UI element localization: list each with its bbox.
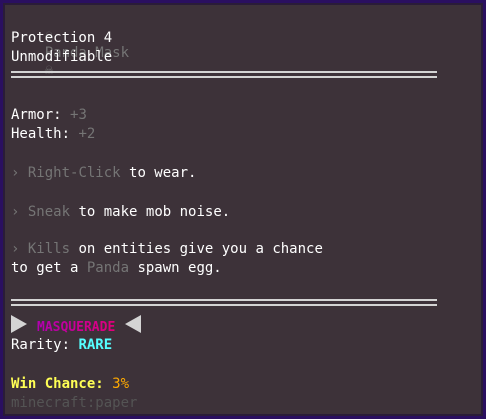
win-chance-value: 3%	[112, 376, 130, 392]
item-tooltip: ☠ Panda Mask ☠ Protection 4 Unmodifiable…	[0, 0, 486, 419]
win-chance-label: Win Chance:	[11, 376, 104, 392]
triangle-left-icon	[125, 315, 142, 333]
armor-label: Armor:	[11, 107, 62, 123]
enchant-line: Protection 4	[11, 30, 113, 46]
divider-top	[11, 71, 437, 78]
divider-bottom	[11, 299, 437, 306]
ability-text: spawn egg.	[129, 260, 222, 276]
ability-text: to wear.	[120, 165, 197, 181]
masquerade-label: MASQUERADE	[37, 320, 116, 335]
item-id: minecraft:paper	[11, 395, 138, 411]
rarity-line: Rarity: RARE	[11, 337, 112, 354]
health-value: +2	[78, 126, 96, 142]
health-label: Health:	[11, 126, 71, 142]
rarity-value: RARE	[78, 337, 113, 353]
bullet-icon: ›	[11, 241, 20, 257]
ability-sneak: › Sneak to make mob noise.	[11, 204, 230, 221]
win-chance-line: Win Chance: 3%	[11, 376, 129, 393]
armor-stat: Armor: +3	[11, 107, 87, 124]
ability-kills: › Kills on entities give you a chance	[11, 241, 323, 258]
ability-text: to get a	[11, 260, 87, 276]
rarity-label: Rarity:	[11, 337, 71, 353]
triangle-right-icon	[11, 315, 27, 333]
armor-value: +3	[70, 107, 87, 123]
health-stat: Health: +2	[11, 126, 95, 143]
ability-key: Panda	[86, 260, 130, 276]
ability-right-click: › Right-Click to wear.	[11, 165, 196, 182]
bullet-icon: ›	[11, 165, 20, 181]
ability-kills-cont: to get a Panda spawn egg.	[11, 260, 222, 277]
ability-text: on entities give you a chance	[70, 241, 323, 257]
ability-key: Kills	[27, 241, 71, 257]
ability-text: to make mob noise.	[70, 204, 231, 220]
ability-key: Right-Click	[27, 165, 121, 181]
ability-key: Sneak	[27, 204, 71, 220]
bullet-icon: ›	[11, 204, 20, 220]
masquerade-banner: MASQUERADE	[11, 315, 142, 338]
unmodifiable-line: Unmodifiable	[11, 49, 113, 65]
